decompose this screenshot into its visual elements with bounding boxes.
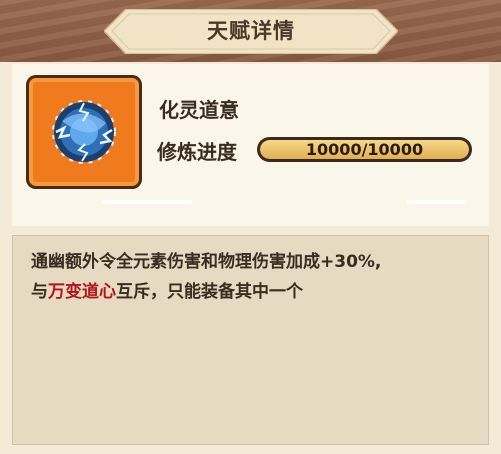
- talent-description: 通幽额外令全元素伤害和物理伤害加成+30%, 与万变道心互斥，只能装备其中一个: [12, 235, 489, 445]
- talent-name: 化灵道意: [159, 98, 239, 122]
- blue-spirit-orb-icon: [52, 100, 116, 164]
- title-ribbon: 天赋详情: [104, 9, 398, 54]
- progress-label: 修炼进度: [157, 140, 237, 164]
- description-line-2: 与万变道心互斥，只能装备其中一个: [31, 277, 470, 307]
- cultivation-progress-bar: 10000/10000: [257, 137, 472, 162]
- description-prefix: 与: [31, 282, 48, 302]
- panel-divider: [102, 200, 467, 204]
- progress-track: 10000/10000: [260, 140, 469, 159]
- description-suffix: 互斥，只能装备其中一个: [116, 282, 303, 302]
- progress-value: 10000/10000: [305, 140, 424, 159]
- page-title: 天赋详情: [207, 19, 295, 43]
- talent-icon-card[interactable]: [26, 75, 142, 189]
- description-line-1: 通幽额外令全元素伤害和物理伤害加成+30%,: [31, 252, 382, 272]
- exclusive-talent-highlight: 万变道心: [48, 282, 116, 302]
